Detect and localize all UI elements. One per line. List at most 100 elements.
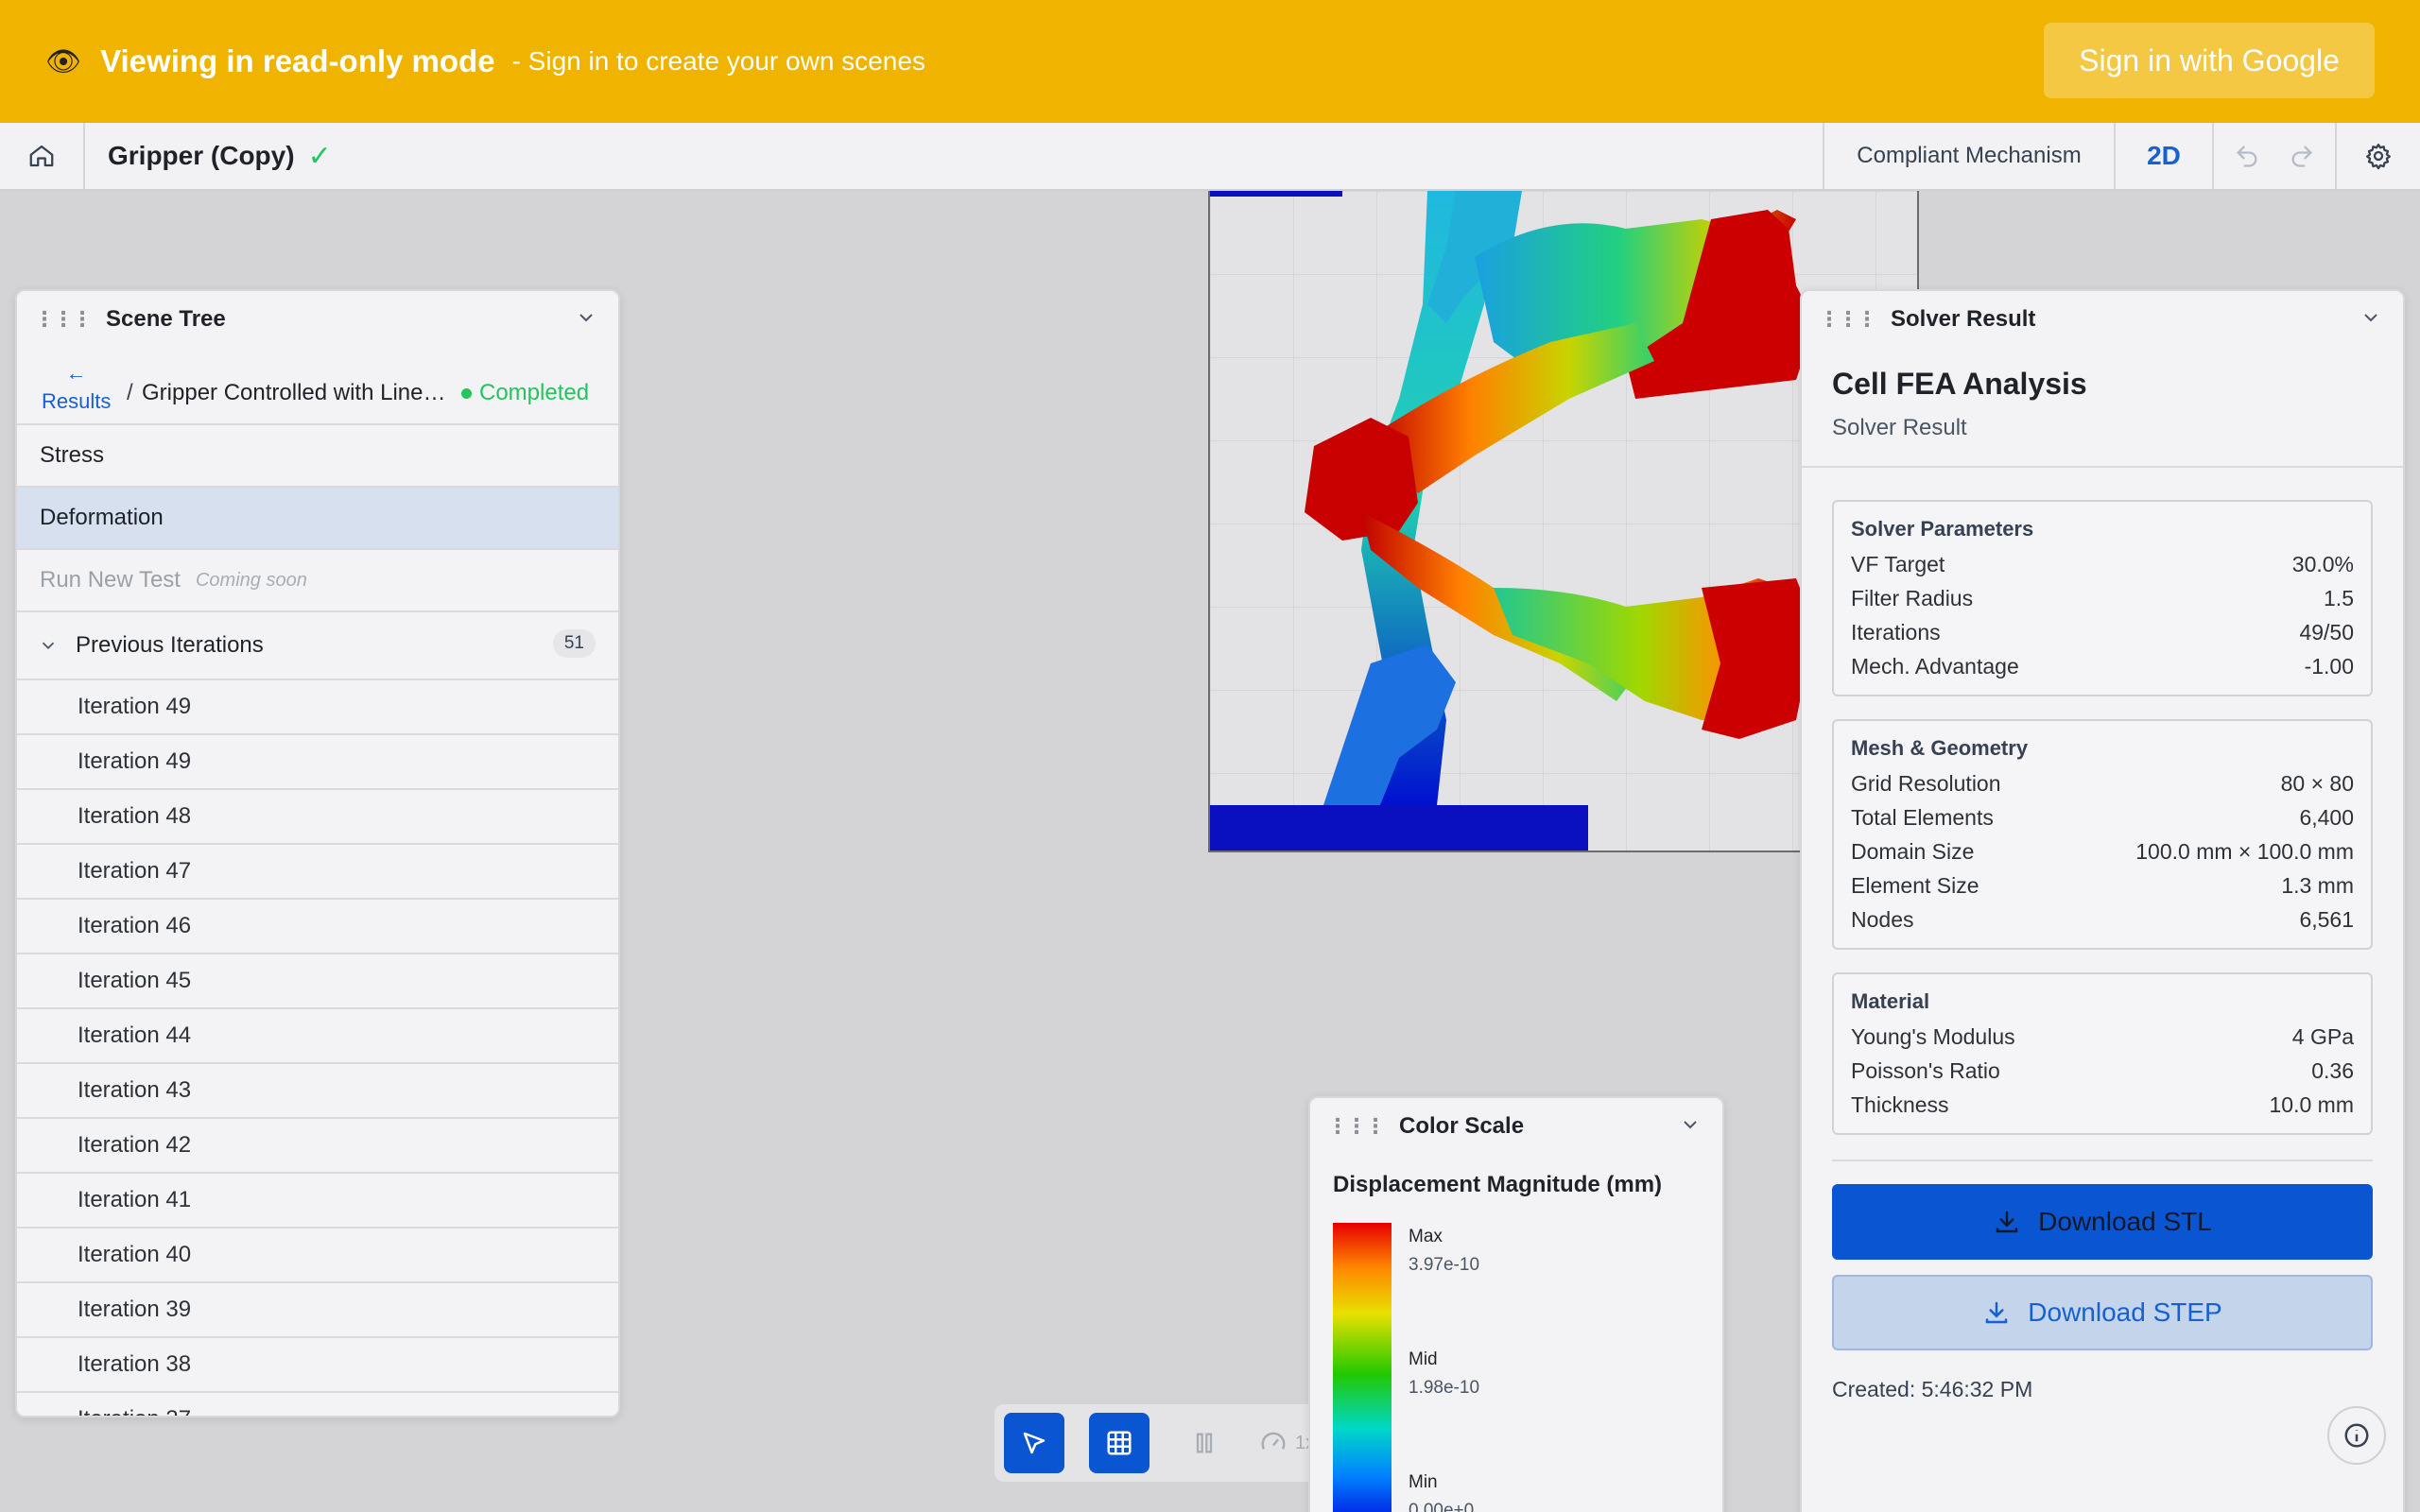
kv-row: Young's Modulus 4 GPa bbox=[1851, 1020, 2354, 1054]
run-new-test-item: Run New Test Coming soon bbox=[17, 550, 618, 612]
settings-button[interactable] bbox=[2335, 123, 2420, 189]
kv-row: VF Target 30.0% bbox=[1851, 547, 2354, 581]
divider bbox=[1832, 1160, 2373, 1161]
tree-item-deformation[interactable]: Deformation bbox=[17, 488, 618, 550]
arrow-left-icon: ← bbox=[65, 361, 87, 385]
kv-key: Iterations bbox=[1851, 620, 1941, 644]
view-toggle-2d[interactable]: 2D bbox=[2114, 123, 2212, 189]
list-item[interactable]: Iteration 40 bbox=[17, 1228, 618, 1283]
previous-iterations-toggle[interactable]: Previous Iterations 51 bbox=[17, 612, 618, 680]
gear-icon bbox=[2366, 144, 2391, 170]
list-item[interactable]: Iteration 48 bbox=[17, 790, 618, 845]
chevron-down-icon[interactable] bbox=[575, 306, 597, 329]
mid-legend: Mid 1.98e-10 bbox=[1409, 1346, 1479, 1402]
color-scale-panel: ⋮⋮⋮ Color Scale Displacement Magnitude (… bbox=[1308, 1096, 1724, 1512]
mode-selector[interactable]: Compliant Mechanism bbox=[1823, 123, 2114, 189]
kv-row: Mech. Advantage -1.00 bbox=[1851, 649, 2354, 683]
kv-value: 10.0 mm bbox=[2269, 1092, 2354, 1117]
speed-control[interactable]: 1x bbox=[1259, 1429, 1315, 1457]
read-only-banner: 👁 Viewing in read-only mode - Sign in to… bbox=[0, 0, 2420, 123]
download-step-button[interactable]: Download STEP bbox=[1832, 1275, 2373, 1350]
drag-handle-icon[interactable]: ⋮⋮⋮ bbox=[34, 307, 93, 332]
kv-key: VF Target bbox=[1851, 552, 1945, 576]
list-item[interactable]: Iteration 42 bbox=[17, 1119, 618, 1174]
home-button[interactable] bbox=[0, 123, 85, 189]
chevron-down-icon[interactable] bbox=[1679, 1113, 1702, 1136]
status-dot-icon bbox=[461, 388, 472, 400]
list-item[interactable]: Iteration 41 bbox=[17, 1174, 618, 1228]
solver-parameters-card: Solver Parameters VF Target 30.0% Filter … bbox=[1832, 500, 2373, 696]
kv-row: Filter Radius 1.5 bbox=[1851, 581, 2354, 615]
kv-key: Total Elements bbox=[1851, 805, 1994, 830]
list-item[interactable]: Iteration 39 bbox=[17, 1283, 618, 1338]
kv-row: Grid Resolution 80 × 80 bbox=[1851, 766, 2354, 800]
list-item[interactable]: Iteration 46 bbox=[17, 900, 618, 954]
kv-key: Filter Radius bbox=[1851, 586, 1974, 610]
chevron-down-icon bbox=[42, 642, 55, 650]
saved-check-icon: ✓ bbox=[307, 140, 332, 172]
solver-panel-title: Solver Result bbox=[1891, 306, 2036, 332]
redo-icon[interactable] bbox=[2289, 143, 2315, 169]
kv-key: Nodes bbox=[1851, 907, 1914, 932]
speedometer-icon bbox=[1261, 1432, 1286, 1450]
solver-result-header[interactable]: ⋮⋮⋮ Solver Result bbox=[1802, 291, 2403, 348]
home-icon bbox=[29, 145, 54, 167]
top-toolbar: Gripper (Copy) ✓ Compliant Mechanism 2D bbox=[0, 123, 2420, 191]
kv-value: 6,561 bbox=[2299, 907, 2354, 932]
material-card: Material Young's Modulus 4 GPa Poisson's … bbox=[1832, 972, 2373, 1135]
tree-item-stress[interactable]: Stress bbox=[17, 425, 618, 488]
cursor-icon bbox=[1023, 1432, 1046, 1454]
sign-in-google-button[interactable]: Sign in with Google bbox=[2044, 23, 2375, 98]
eye-icon: 👁 bbox=[45, 45, 82, 77]
grid-toggle-button[interactable] bbox=[1089, 1413, 1150, 1473]
undo-icon[interactable] bbox=[2234, 143, 2260, 169]
pause-button[interactable] bbox=[1174, 1413, 1235, 1473]
min-label: Min bbox=[1409, 1472, 1438, 1492]
back-to-results-link[interactable]: ← Results bbox=[42, 359, 111, 416]
mid-label: Mid bbox=[1409, 1349, 1438, 1369]
banner-subtitle: - Sign in to create your own scenes bbox=[511, 46, 925, 76]
project-title-area: Gripper (Copy) ✓ bbox=[108, 123, 332, 189]
chevron-down-icon[interactable] bbox=[2360, 306, 2382, 329]
solver-result-panel: ⋮⋮⋮ Solver Result Cell FEA Analysis Solv… bbox=[1800, 289, 2405, 1512]
list-item[interactable]: Iteration 45 bbox=[17, 954, 618, 1009]
list-item[interactable]: Iteration 49 bbox=[17, 680, 618, 735]
kv-key: Young's Modulus bbox=[1851, 1024, 2015, 1049]
list-item[interactable]: Iteration 49 bbox=[17, 735, 618, 790]
max-label: Max bbox=[1409, 1227, 1443, 1246]
breadcrumb-path: Gripper Controlled with Linear Actuator bbox=[142, 380, 454, 405]
results-label: Results bbox=[42, 389, 112, 413]
download-stl-label: Download STL bbox=[2038, 1207, 2212, 1236]
card-heading: Material bbox=[1851, 989, 1930, 1013]
info-button[interactable] bbox=[2327, 1406, 2386, 1465]
select-tool-button[interactable] bbox=[1004, 1413, 1064, 1473]
drag-handle-icon[interactable]: ⋮⋮⋮ bbox=[1819, 307, 1877, 332]
list-item[interactable]: Iteration 37 bbox=[17, 1393, 618, 1416]
status-badge: Completed bbox=[461, 380, 589, 406]
list-item[interactable]: Iteration 47 bbox=[17, 845, 618, 900]
color-scale-header[interactable]: ⋮⋮⋮ Color Scale bbox=[1310, 1098, 1722, 1155]
kv-value: 0.36 bbox=[2311, 1058, 2354, 1083]
info-icon bbox=[2344, 1423, 2369, 1448]
kv-row: Domain Size 100.0 mm × 100.0 mm bbox=[1851, 834, 2354, 868]
list-item[interactable]: Iteration 44 bbox=[17, 1009, 618, 1064]
kv-key: Grid Resolution bbox=[1851, 771, 2001, 796]
download-stl-button[interactable]: Download STL bbox=[1832, 1184, 2373, 1260]
kv-value: 1.5 bbox=[2324, 586, 2354, 610]
project-title[interactable]: Gripper (Copy) bbox=[108, 141, 295, 171]
drag-handle-icon[interactable]: ⋮⋮⋮ bbox=[1327, 1114, 1386, 1139]
run-new-test-label: Run New Test bbox=[40, 567, 181, 593]
analysis-subtitle: Solver Result bbox=[1832, 415, 1967, 440]
list-item[interactable]: Iteration 43 bbox=[17, 1064, 618, 1119]
kv-row: Iterations 49/50 bbox=[1851, 615, 2354, 649]
mesh-geometry-card: Mesh & Geometry Grid Resolution 80 × 80 T… bbox=[1832, 719, 2373, 950]
kv-value: 1.3 mm bbox=[2281, 873, 2354, 898]
card-heading: Solver Parameters bbox=[1851, 517, 2034, 541]
kv-row: Thickness 10.0 mm bbox=[1851, 1088, 2354, 1122]
scene-tree-header[interactable]: ⋮⋮⋮ Scene Tree bbox=[17, 291, 618, 348]
download-step-label: Download STEP bbox=[2028, 1297, 2222, 1327]
list-item[interactable]: Iteration 38 bbox=[17, 1338, 618, 1393]
card-heading: Mesh & Geometry bbox=[1851, 736, 2029, 760]
previous-iterations-label: Previous Iterations bbox=[76, 632, 264, 658]
scene-tree-panel: ⋮⋮⋮ Scene Tree ← Results / Gripper Contr… bbox=[15, 289, 620, 1418]
